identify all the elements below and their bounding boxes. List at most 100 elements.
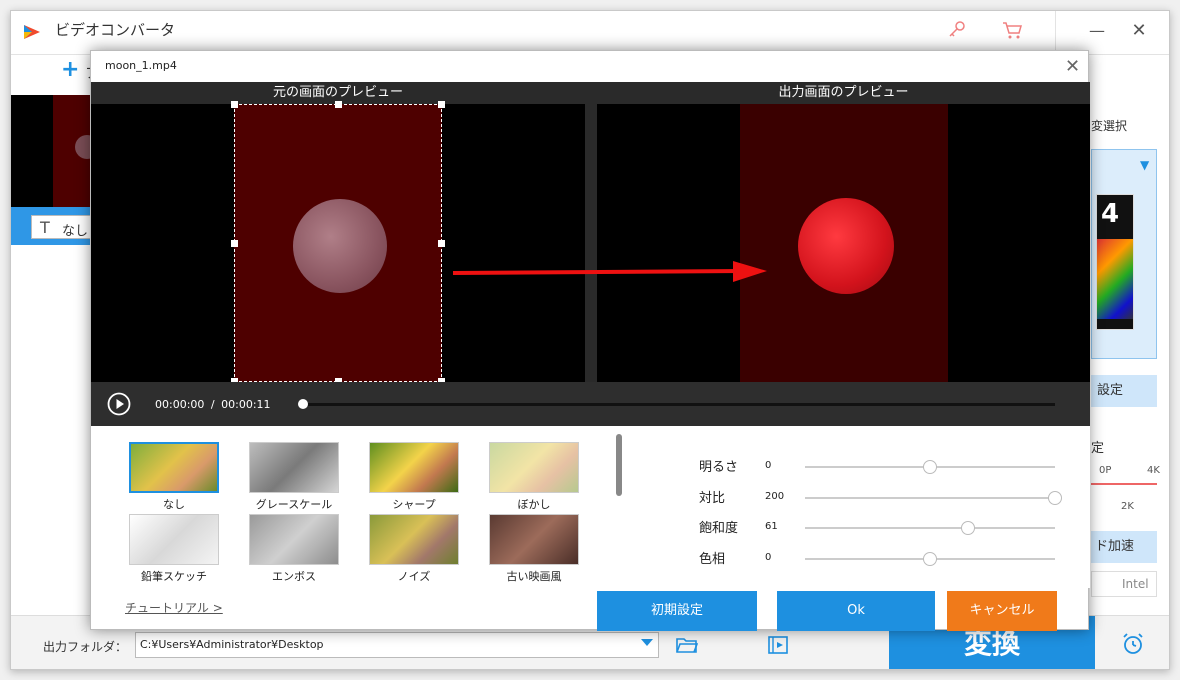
key-icon[interactable] [947, 20, 967, 40]
slider-knob[interactable] [923, 460, 937, 474]
output-moon [798, 198, 894, 294]
time-readout: 00:00:00 / 00:00:11 [155, 398, 271, 411]
right-panel: 変選択 ▼ 4 設定 定 0P 4K 2K ド加速 Intel [1091, 95, 1169, 615]
format-select-label: 変選択 [1091, 119, 1128, 133]
reset-button[interactable]: 初期設定 [597, 591, 757, 631]
open-folder-icon[interactable] [676, 636, 698, 654]
quality-label: 定 [1091, 441, 1105, 456]
adjustment-slider[interactable] [805, 460, 1055, 474]
slider-knob[interactable] [1048, 491, 1062, 505]
cancel-button[interactable]: キャンセル [947, 591, 1057, 631]
quality-min-label: 0P [1099, 465, 1112, 476]
intel-button[interactable]: Intel [1091, 571, 1157, 597]
adjustment-value: 0 [765, 460, 772, 471]
slider-knob[interactable] [960, 521, 975, 535]
tutorial-link[interactable]: チュートリアル > [125, 599, 223, 616]
hardware-acceleration-button[interactable]: ド加速 [1091, 531, 1157, 563]
filter-thumbnail[interactable] [129, 442, 219, 493]
filter-thumbnail[interactable] [489, 514, 579, 565]
quality-max-label: 4K [1147, 465, 1160, 476]
app-logo-icon [24, 25, 40, 39]
effects-dialog: moon_1.mp4 ✕ 元の画面のプレビュー 出力画面のプレビュー 00:00… [90, 50, 1090, 631]
adjustment-value: 61 [765, 521, 778, 532]
preview-area: 元の画面のプレビュー 出力画面のプレビュー 00:00:00 / 00:00:1… [91, 82, 1090, 426]
total-time: 00:00:11 [221, 398, 271, 411]
subtitle-value: なし [62, 224, 89, 239]
filter-thumbnail[interactable] [369, 514, 459, 565]
adjustment-label: 飽和度 [699, 521, 739, 536]
ok-button[interactable]: Ok [777, 591, 935, 631]
time-separator: / [210, 398, 215, 411]
filter-label: エンボス [272, 570, 316, 583]
title-bar: ビデオコンバータ — ✕ [11, 11, 1169, 55]
output-folder-label: 出力フォルダ： [43, 640, 128, 654]
adjustment-label: 対比 [699, 491, 726, 506]
filter-thumbnail[interactable] [489, 442, 579, 493]
filter-thumbnail[interactable] [369, 442, 459, 493]
filter-label: なし [163, 498, 185, 511]
parameter-settings-button[interactable]: 設定 [1091, 375, 1157, 407]
title-separator [1055, 11, 1056, 55]
filter-option[interactable]: ぼかし [489, 442, 579, 514]
cart-icon[interactable] [1001, 20, 1023, 40]
format-image-art [1097, 239, 1133, 319]
filter-thumbnail[interactable] [129, 514, 219, 565]
crop-handle[interactable] [438, 101, 445, 108]
filter-option[interactable]: 鉛筆スケッチ [129, 514, 219, 586]
filters-area: なし グレースケール シャープ ぼかし鉛筆スケッチ エンボス ノイズ 古い映画風 明るさ 0 対… [91, 426, 1090, 588]
format-card[interactable]: ▼ 4 [1091, 149, 1157, 359]
output-folder-dropdown-icon[interactable] [641, 639, 653, 646]
format-image: 4 [1096, 194, 1134, 330]
filter-option[interactable]: 古い映画風 [489, 514, 579, 586]
filter-option[interactable]: エンボス [249, 514, 339, 586]
crop-frame[interactable] [231, 101, 445, 385]
adjustment-value: 0 [765, 552, 772, 563]
adjustment-slider[interactable] [805, 552, 1055, 566]
crop-handle[interactable] [231, 240, 238, 247]
slider-knob[interactable] [923, 552, 937, 566]
crop-handle[interactable] [231, 101, 238, 108]
output-frame [740, 104, 948, 382]
original-moon [293, 199, 387, 293]
filter-thumbnail[interactable] [249, 514, 339, 565]
progress-knob[interactable] [298, 399, 308, 409]
progress-bar[interactable] [298, 399, 1055, 409]
adjustment-slider[interactable] [805, 521, 1055, 535]
adjustment-label: 明るさ [699, 460, 739, 475]
add-file-plus-icon[interactable]: + [61, 57, 79, 82]
play-icon[interactable] [107, 392, 131, 416]
filter-option[interactable]: シャープ [369, 442, 459, 514]
filter-label: シャープ [392, 498, 436, 511]
filters-scrollbar[interactable] [616, 434, 622, 496]
output-folder-input[interactable]: C:¥Users¥Administrator¥Desktop [135, 632, 659, 658]
subtitle-row: T なし [11, 207, 101, 245]
preview-divider [585, 82, 597, 382]
close-window-icon[interactable]: ✕ [1129, 21, 1149, 41]
filter-label: グレースケール [255, 498, 333, 511]
output-preview-label: 出力画面のプレビュー [597, 82, 1090, 104]
filter-option[interactable]: なし [129, 442, 219, 514]
filter-label: 古い映画風 [506, 570, 562, 583]
filter-label: 鉛筆スケッチ [141, 570, 207, 583]
adjustment-value: 200 [765, 491, 785, 502]
format-badge: 4 [1101, 199, 1120, 229]
dropdown-arrow-icon[interactable]: ▼ [1140, 158, 1149, 172]
crop-handle[interactable] [335, 101, 342, 108]
video-output-icon[interactable] [767, 635, 789, 655]
quality-mid-label: 2K [1121, 501, 1134, 512]
adjustment-slider[interactable] [805, 491, 1062, 505]
dialog-close-icon[interactable]: ✕ [1065, 56, 1080, 77]
minimize-icon[interactable]: — [1087, 21, 1107, 41]
crop-handle[interactable] [438, 240, 445, 247]
alarm-clock-icon[interactable] [1121, 632, 1145, 656]
filter-thumbnail[interactable] [249, 442, 339, 493]
current-time: 00:00:00 [155, 398, 205, 411]
filter-option[interactable]: グレースケール [249, 442, 339, 514]
filter-label: ぼかし [517, 498, 551, 511]
quality-slider[interactable] [1091, 481, 1157, 485]
player-bar: 00:00:00 / 00:00:11 [91, 382, 1090, 426]
filter-option[interactable]: ノイズ [369, 514, 459, 586]
adjustment-label: 色相 [699, 552, 726, 567]
video-thumbnail[interactable] [11, 95, 99, 207]
text-icon: T [40, 218, 50, 237]
